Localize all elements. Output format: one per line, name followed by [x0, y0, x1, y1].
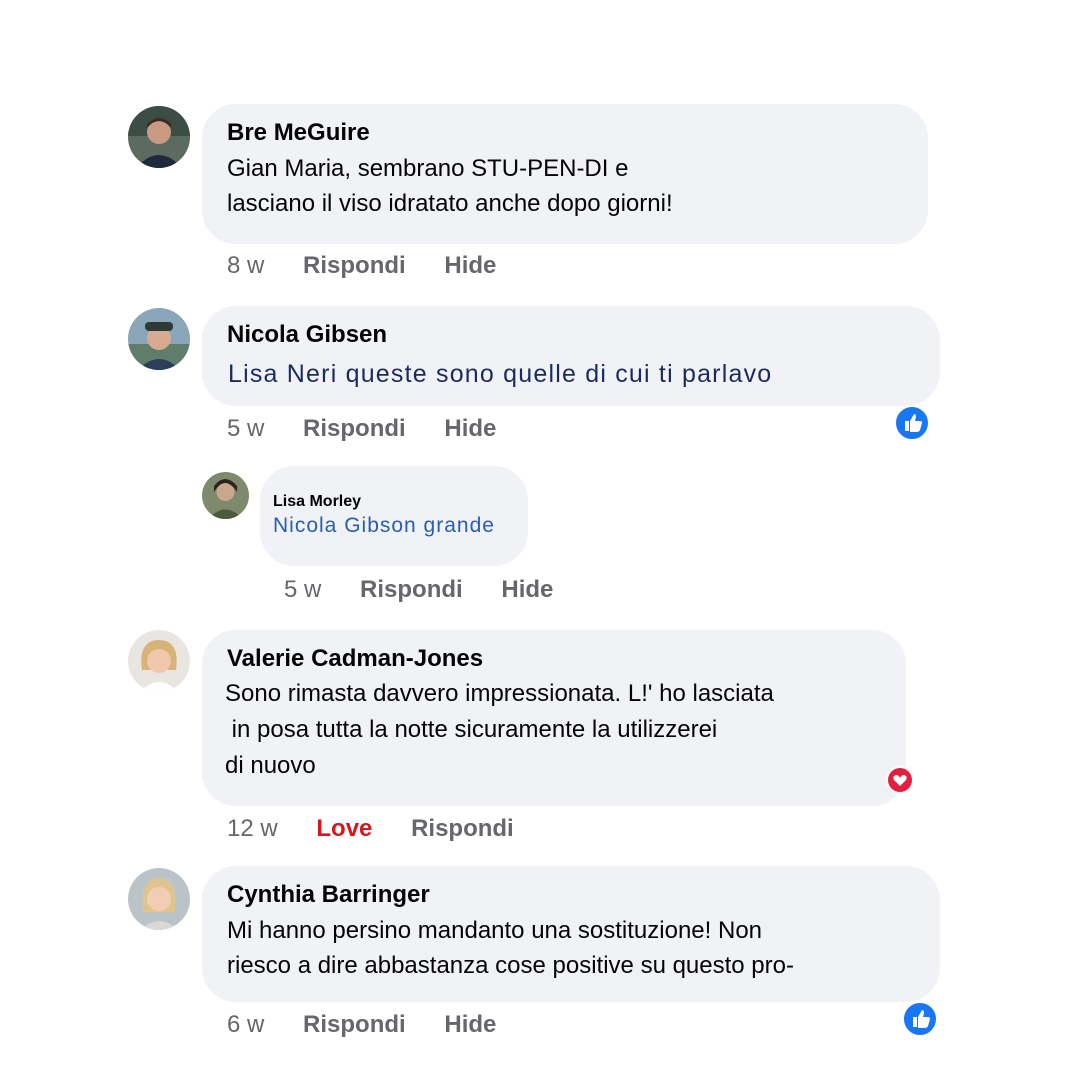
reply-author[interactable]: Lisa Morley [273, 493, 361, 511]
love-button[interactable]: Love [316, 815, 372, 843]
comment-text: Gian Maria, sembrano STU-PEN-DI e [227, 155, 629, 182]
comment-time: 12 w [227, 815, 278, 842]
comment-author[interactable]: Bre MeGuire [227, 119, 370, 147]
reply-actions: 5 w Rispondi Hide [284, 576, 585, 604]
comment-actions: 6 w Rispondi Hide [227, 1011, 528, 1039]
comment-text: in posa tutta la notte sicuramente la ut… [225, 716, 718, 743]
comment-actions: 12 w Love Rispondi [227, 815, 546, 843]
hide-button[interactable]: Hide [444, 252, 496, 280]
comment-actions: 8 w Rispondi Hide [227, 252, 528, 280]
comment-text: Mi hanno persino mandanto una sostituzio… [227, 917, 763, 944]
reply-button[interactable]: Rispondi [303, 415, 406, 443]
avatar[interactable] [202, 472, 249, 519]
reply-time: 5 w [284, 576, 322, 603]
like-icon[interactable] [902, 1001, 938, 1037]
avatar[interactable] [128, 106, 190, 168]
comment-actions: 5 w Rispondi Hide [227, 415, 528, 443]
avatar[interactable] [128, 630, 190, 692]
avatar[interactable] [128, 308, 190, 370]
comment-time: 6 w [227, 1011, 265, 1038]
reply-button[interactable]: Rispondi [303, 1011, 406, 1039]
comment-text: Lisa Neri queste sono quelle di cui ti p… [228, 360, 773, 388]
reply-text: Nicola Gibson grande [273, 514, 495, 537]
hide-button[interactable]: Hide [444, 1011, 496, 1039]
comment-time: 8 w [227, 252, 265, 279]
reply-button[interactable]: Rispondi [360, 576, 463, 604]
like-icon[interactable] [894, 405, 930, 441]
comment-author[interactable]: Cynthia Barringer [227, 881, 430, 909]
comment-time: 5 w [227, 415, 265, 442]
comment-author[interactable]: Valerie Cadman-Jones [227, 645, 483, 673]
hide-button[interactable]: Hide [501, 576, 553, 604]
comment-text: lasciano il viso idratato anche dopo gio… [227, 190, 673, 217]
comment-author[interactable]: Nicola Gibsen [227, 321, 387, 349]
reply-button[interactable]: Rispondi [303, 252, 406, 280]
love-icon[interactable] [886, 766, 914, 794]
comment-text: riesco a dire abbastanza cose positive s… [227, 952, 794, 979]
avatar[interactable] [128, 868, 190, 930]
comment-text: Sono rimasta davvero impressionata. L!' … [225, 680, 774, 707]
comment-text: di nuovo [225, 752, 316, 779]
reply-button[interactable]: Rispondi [411, 815, 514, 843]
hide-button[interactable]: Hide [444, 415, 496, 443]
